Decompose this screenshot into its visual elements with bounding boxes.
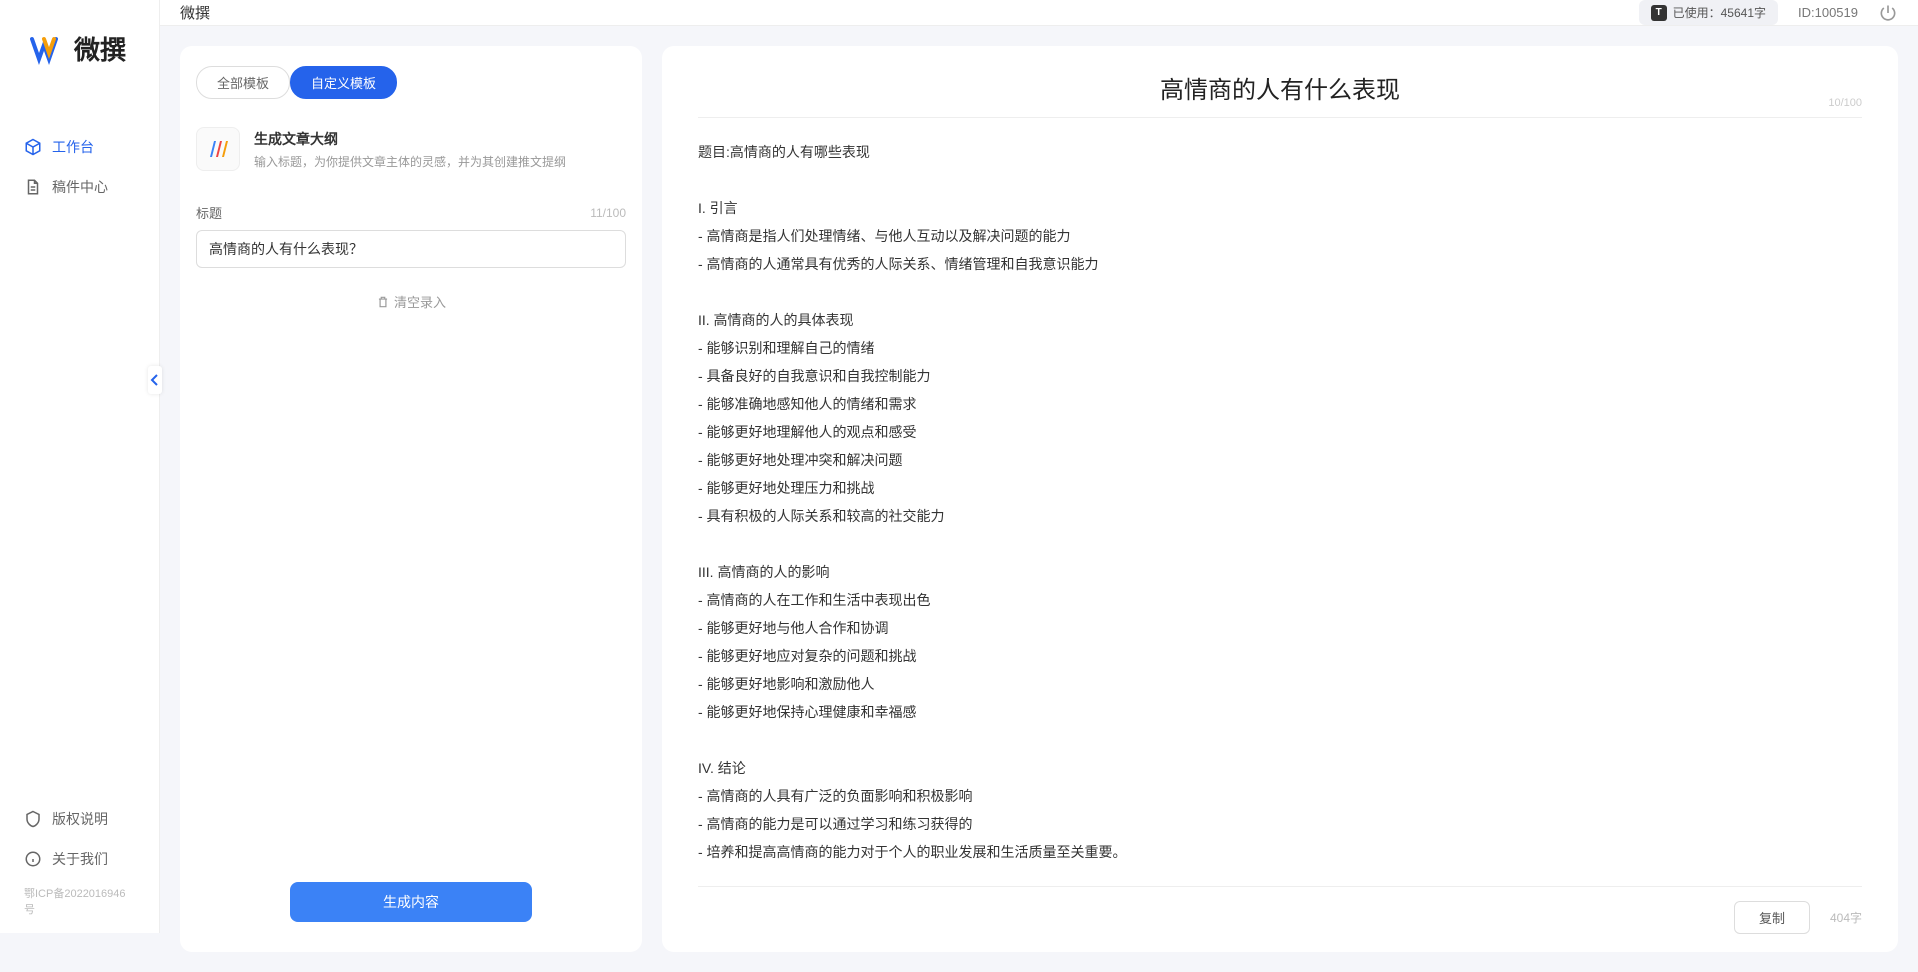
user-id: ID:100519 [1798,5,1858,20]
logo-icon [30,31,66,67]
collapse-handle[interactable] [148,366,162,394]
trash-icon [376,295,390,309]
nav-drafts[interactable]: 稿件中心 [0,167,159,207]
top-title: 微撰 [180,2,1639,23]
logo-text: 微撰 [74,30,126,67]
template-card: 生成文章大纲 输入标题，为你提供文章主体的灵感，并为其创建推文提纲 [180,115,642,183]
nav-workspace[interactable]: 工作台 [0,127,159,167]
output-top-count: 10/100 [1828,97,1862,109]
sidebar: 微撰 工作台 稿件中心 版权说明 关于我们 鄂ICP备2022016946号 [0,0,160,933]
text-icon: T [1651,5,1667,21]
copyright-link[interactable]: 版权说明 [0,799,159,839]
output-footer: 复制 404字 [698,886,1862,934]
chevron-left-icon [150,373,160,387]
bottom-label: 关于我们 [52,849,108,869]
sidebar-bottom: 版权说明 关于我们 鄂ICP备2022016946号 [0,799,159,933]
main: 微撰 T 已使用：45641字 ID:100519 全部模板 自定义模板 [160,0,1918,933]
template-info: 生成文章大纲 输入标题，为你提供文章主体的灵感，并为其创建推文提纲 [254,129,566,170]
generate-button[interactable]: 生成内容 [290,882,532,922]
nav-label: 工作台 [52,137,94,157]
icp-text: 鄂ICP备2022016946号 [0,879,159,923]
tab-custom-templates[interactable]: 自定义模板 [290,66,397,99]
document-icon [24,178,42,196]
nav: 工作台 稿件中心 [0,87,159,799]
word-count: 404字 [1830,909,1862,926]
info-icon [24,850,42,868]
usage-badge: T 已使用：45641字 [1639,0,1778,25]
template-name: 生成文章大纲 [254,129,566,149]
input-panel: 全部模板 自定义模板 生成文章大纲 输入标题，为你提供文章主体的灵感，并为其创建… [180,46,642,952]
output-header: 高情商的人有什么表现 10/100 [698,70,1862,118]
topbar: 微撰 T 已使用：45641字 ID:100519 [160,0,1918,26]
tab-all-templates[interactable]: 全部模板 [196,66,290,99]
content: 全部模板 自定义模板 生成文章大纲 输入标题，为你提供文章主体的灵感，并为其创建… [160,26,1918,972]
cube-icon [24,138,42,156]
about-link[interactable]: 关于我们 [0,839,159,879]
output-body: 题目:高情商的人有哪些表现 I. 引言 - 高情商是指人们处理情绪、与他人互动以… [698,118,1862,886]
bottom-label: 版权说明 [52,809,108,829]
power-icon [1878,3,1898,23]
shield-icon [24,810,42,828]
clear-label: 清空录入 [394,292,446,311]
form-section: 标题 11/100 清空录入 [180,183,642,872]
output-title: 高情商的人有什么表现 [698,70,1862,105]
usage-text: 已使用：45641字 [1673,4,1766,21]
template-desc: 输入标题，为你提供文章主体的灵感，并为其创建推文提纲 [254,153,566,170]
title-label: 标题 [196,203,222,222]
power-button[interactable] [1878,3,1898,23]
template-icon [196,127,240,171]
title-char-count: 11/100 [590,206,626,220]
nav-label: 稿件中心 [52,177,108,197]
copy-button[interactable]: 复制 [1734,901,1810,934]
template-tabs: 全部模板 自定义模板 [180,66,642,115]
title-input[interactable] [196,230,626,268]
output-panel: 高情商的人有什么表现 10/100 题目:高情商的人有哪些表现 I. 引言 - … [662,46,1898,952]
clear-button[interactable]: 清空录入 [196,292,626,311]
logo: 微撰 [0,0,159,87]
